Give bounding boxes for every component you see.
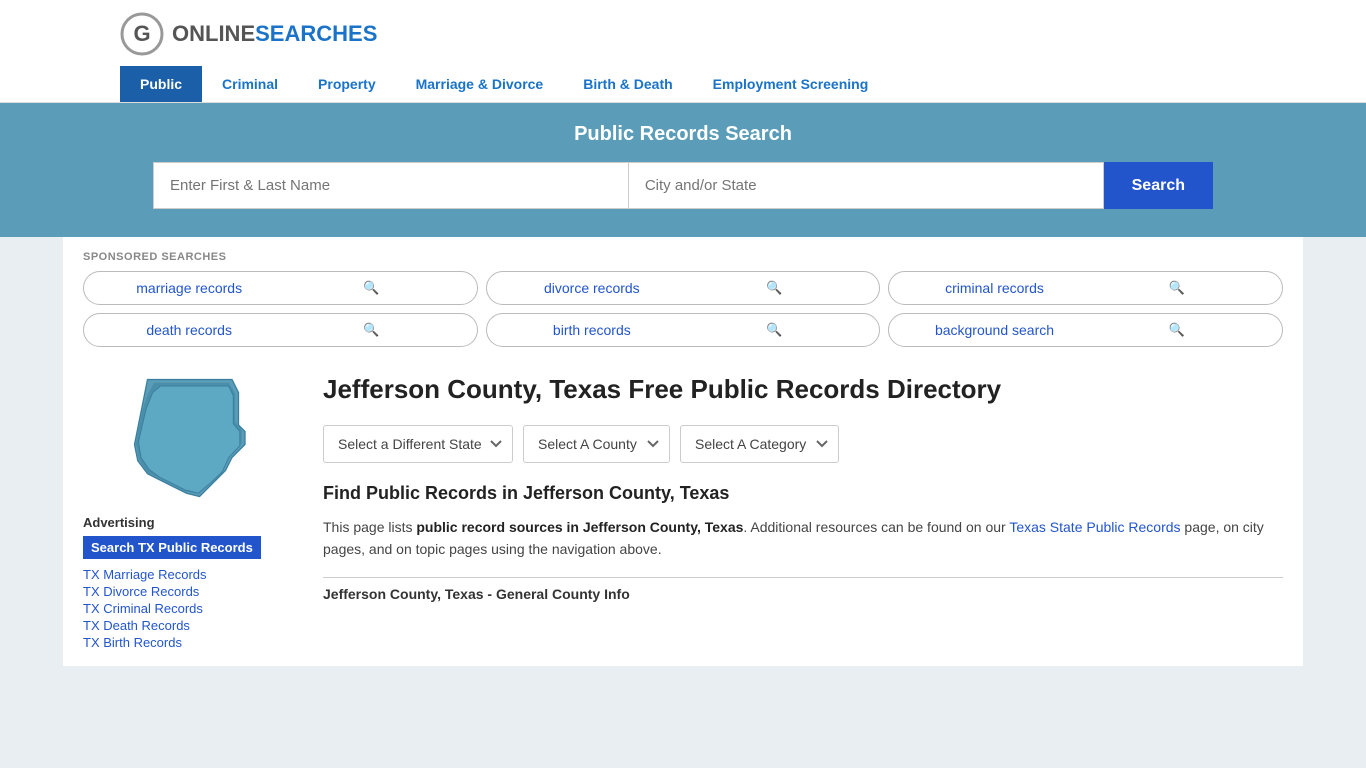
sponsored-background[interactable]: background search 🔍 — [888, 313, 1283, 347]
ad-link-marriage[interactable]: TX Marriage Records — [83, 567, 303, 582]
ad-link-divorce[interactable]: TX Divorce Records — [83, 584, 303, 599]
two-col-layout: Advertising Search TX Public Records TX … — [83, 357, 1283, 666]
nav-employment[interactable]: Employment Screening — [693, 66, 889, 102]
svg-text:G: G — [133, 21, 150, 46]
left-column: Advertising Search TX Public Records TX … — [83, 373, 303, 650]
banner-title: Public Records Search — [20, 123, 1346, 146]
right-column: Jefferson County, Texas Free Public Reco… — [323, 373, 1283, 650]
nav-public[interactable]: Public — [120, 66, 202, 102]
dropdowns-row: Select a Different State Select A County… — [323, 425, 1283, 463]
sponsored-birth[interactable]: birth records 🔍 — [486, 313, 881, 347]
logo-icon: G — [120, 12, 164, 56]
main-content: SPONSORED SEARCHES marriage records 🔍 di… — [63, 237, 1303, 666]
category-dropdown[interactable]: Select A Category — [680, 425, 839, 463]
find-records-title: Find Public Records in Jefferson County,… — [323, 483, 1283, 504]
main-nav: Public Criminal Property Marriage & Divo… — [20, 66, 1346, 102]
search-icon-marriage: 🔍 — [280, 280, 462, 296]
ad-highlight[interactable]: Search TX Public Records — [83, 536, 261, 559]
sponsored-death[interactable]: death records 🔍 — [83, 313, 478, 347]
search-button[interactable]: Search — [1104, 162, 1213, 209]
texas-map — [123, 373, 263, 503]
ad-links: TX Marriage Records TX Divorce Records T… — [83, 567, 303, 650]
logo-area: G ONLINESEARCHES — [20, 12, 1346, 56]
ad-link-birth[interactable]: TX Birth Records — [83, 635, 303, 650]
location-input[interactable] — [628, 162, 1104, 209]
ad-link-death[interactable]: TX Death Records — [83, 618, 303, 633]
sponsored-divorce[interactable]: divorce records 🔍 — [486, 271, 881, 305]
county-dropdown[interactable]: Select A County — [523, 425, 670, 463]
logo-text: ONLINESEARCHES — [172, 21, 377, 47]
nav-birth-death[interactable]: Birth & Death — [563, 66, 692, 102]
nav-property[interactable]: Property — [298, 66, 396, 102]
search-icon-birth: 🔍 — [683, 322, 865, 338]
search-icon-criminal: 🔍 — [1086, 280, 1268, 296]
search-banner: Public Records Search Search — [0, 103, 1366, 237]
county-title: Jefferson County, Texas Free Public Reco… — [323, 373, 1283, 407]
state-dropdown[interactable]: Select a Different State — [323, 425, 513, 463]
sponsored-label: SPONSORED SEARCHES — [83, 251, 1283, 263]
sponsored-marriage[interactable]: marriage records 🔍 — [83, 271, 478, 305]
name-input[interactable] — [153, 162, 628, 209]
county-info-bar: Jefferson County, Texas - General County… — [323, 577, 1283, 602]
nav-criminal[interactable]: Criminal — [202, 66, 298, 102]
texas-state-link[interactable]: Texas State Public Records — [1009, 519, 1180, 535]
find-records-text: This page lists public record sources in… — [323, 516, 1283, 561]
search-icon-background: 🔍 — [1086, 322, 1268, 338]
advertising-label: Advertising — [83, 515, 303, 530]
sponsored-criminal[interactable]: criminal records 🔍 — [888, 271, 1283, 305]
sponsored-grid: marriage records 🔍 divorce records 🔍 cri… — [83, 271, 1283, 347]
nav-marriage-divorce[interactable]: Marriage & Divorce — [396, 66, 564, 102]
header: G ONLINESEARCHES Public Criminal Propert… — [0, 0, 1366, 103]
search-icon-death: 🔍 — [280, 322, 462, 338]
ad-link-criminal[interactable]: TX Criminal Records — [83, 601, 303, 616]
sponsored-section: SPONSORED SEARCHES marriage records 🔍 di… — [83, 237, 1283, 357]
search-bar: Search — [153, 162, 1213, 209]
search-icon-divorce: 🔍 — [683, 280, 865, 296]
